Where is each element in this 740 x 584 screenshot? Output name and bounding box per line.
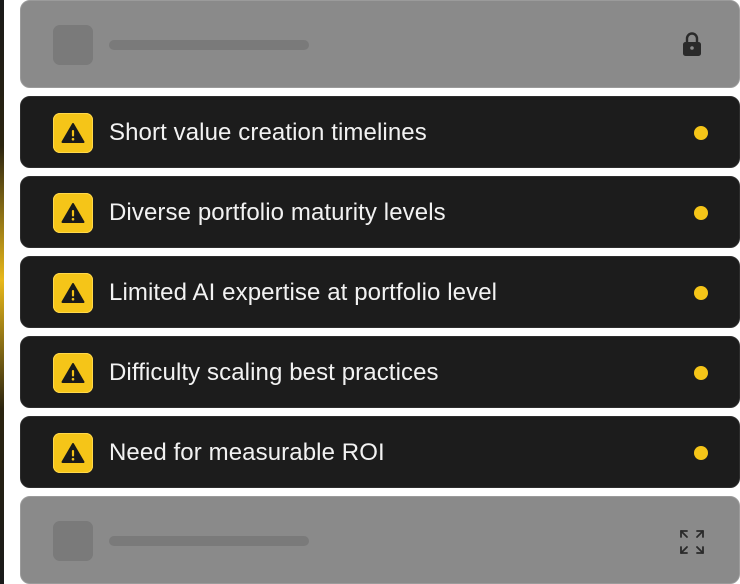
warning-icon — [53, 353, 93, 393]
warning-icon — [53, 433, 93, 473]
expand-icon[interactable] — [679, 529, 705, 555]
warning-icon — [53, 113, 93, 153]
risk-list-panel: Short value creation timelines Diverse p… — [0, 0, 740, 584]
risk-label: Short value creation timelines — [109, 119, 427, 146]
risk-item: Short value creation timelines — [20, 96, 740, 168]
placeholder-icon-block — [53, 521, 93, 561]
risk-label: Need for measurable ROI — [109, 439, 385, 466]
locked-placeholder-card[interactable] — [20, 0, 740, 88]
status-dot — [694, 206, 708, 220]
risk-item: Diverse portfolio maturity levels — [20, 176, 740, 248]
status-dot — [694, 126, 708, 140]
status-dot — [694, 286, 708, 300]
status-dot — [694, 446, 708, 460]
warning-icon — [53, 273, 93, 313]
expandable-placeholder-card[interactable] — [20, 496, 740, 584]
status-dot — [694, 366, 708, 380]
risk-item: Difficulty scaling best practices — [20, 336, 740, 408]
risk-item: Limited AI expertise at portfolio level — [20, 256, 740, 328]
risk-label: Diverse portfolio maturity levels — [109, 199, 446, 226]
lock-icon — [683, 32, 701, 56]
placeholder-icon-block — [53, 25, 93, 65]
edge-accent-strip — [0, 0, 4, 584]
warning-icon — [53, 193, 93, 233]
risk-item: Need for measurable ROI — [20, 416, 740, 488]
risk-label: Limited AI expertise at portfolio level — [109, 279, 498, 306]
risk-label: Difficulty scaling best practices — [109, 359, 439, 386]
placeholder-text-line — [109, 536, 309, 546]
placeholder-text-line — [109, 40, 309, 50]
